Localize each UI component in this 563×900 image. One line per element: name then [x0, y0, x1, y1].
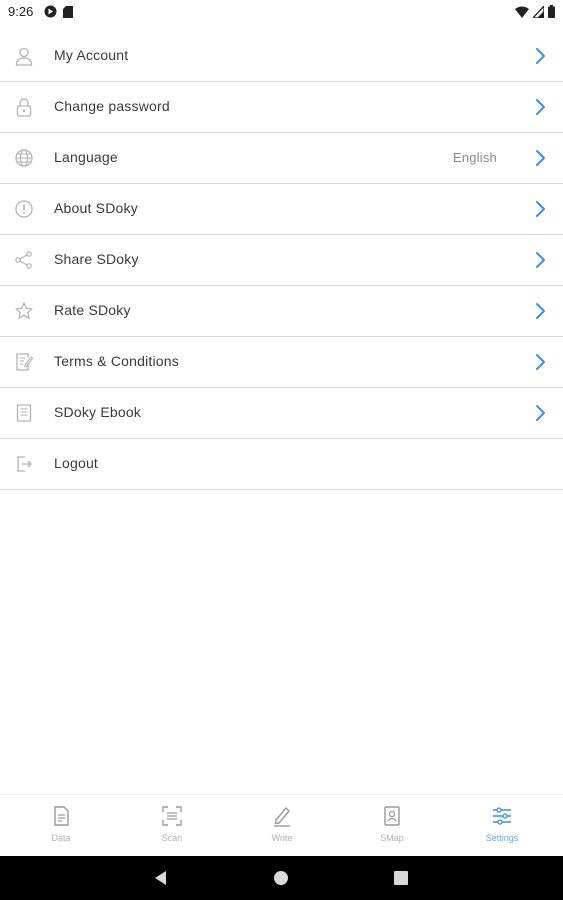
tab-scan[interactable]: Scan	[132, 805, 212, 855]
google-play-icon	[44, 5, 57, 23]
chevron-right-icon	[533, 149, 547, 167]
sd-card-icon	[63, 5, 73, 23]
settings-item-ebook[interactable]: SDoky Ebook	[0, 388, 563, 439]
tab-write-label: Write	[271, 833, 293, 843]
chevron-right-icon	[533, 404, 547, 422]
tab-data[interactable]: Data	[21, 805, 101, 855]
settings-item-label: Logout	[54, 455, 99, 471]
globe-icon	[14, 148, 34, 168]
back-icon[interactable]	[153, 870, 169, 886]
home-icon[interactable]	[273, 870, 289, 886]
tab-settings-label: Settings	[485, 833, 519, 843]
android-nav-bar	[0, 856, 563, 900]
signal-icon	[531, 4, 545, 23]
smap-icon	[384, 806, 400, 826]
settings-list: My Account Change password Language Engl…	[0, 31, 563, 490]
settings-item-rate[interactable]: Rate SDoky	[0, 286, 563, 337]
tab-smap[interactable]: SMap	[352, 805, 432, 855]
chevron-right-icon	[533, 47, 547, 65]
settings-item-label: SDoky Ebook	[54, 404, 142, 420]
chevron-right-icon	[533, 302, 547, 320]
recents-icon[interactable]	[393, 870, 409, 886]
settings-item-label: About SDoky	[54, 200, 138, 216]
scan-icon	[162, 806, 182, 826]
chevron-right-icon	[533, 251, 547, 269]
settings-item-label: Change password	[54, 98, 170, 114]
settings-icon	[493, 807, 511, 825]
tab-write[interactable]: Write	[242, 805, 322, 855]
settings-item-share[interactable]: Share SDoky	[0, 235, 563, 286]
chevron-right-icon	[533, 353, 547, 371]
chevron-right-icon	[533, 200, 547, 218]
settings-item-about[interactable]: About SDoky	[0, 184, 563, 235]
settings-item-label: My Account	[54, 47, 129, 63]
status-bar: 9:26	[0, 0, 563, 24]
star-icon	[14, 301, 34, 321]
language-value: English	[452, 150, 497, 165]
settings-item-label: Rate SDoky	[54, 302, 131, 318]
tab-settings[interactable]: Settings	[462, 805, 542, 855]
status-time: 9:26	[8, 4, 34, 19]
data-icon	[54, 806, 69, 826]
share-icon	[14, 250, 34, 270]
bottom-nav: Data Scan Write SMap Settings	[0, 794, 563, 857]
write-icon	[274, 807, 290, 827]
settings-item-label: Language	[54, 149, 118, 165]
info-icon	[14, 199, 34, 219]
settings-item-label: Terms & Conditions	[54, 353, 179, 369]
settings-item-my-account[interactable]: My Account	[0, 31, 563, 82]
settings-item-label: Share SDoky	[54, 251, 139, 267]
lock-icon	[14, 97, 34, 117]
tab-smap-label: SMap	[380, 833, 404, 843]
settings-item-language[interactable]: Language English	[0, 133, 563, 184]
chevron-right-icon	[533, 98, 547, 116]
battery-icon	[548, 5, 555, 23]
tab-scan-label: Scan	[161, 833, 183, 843]
ebook-icon	[14, 403, 34, 423]
settings-item-logout[interactable]: Logout	[0, 439, 563, 490]
logout-icon	[14, 454, 34, 474]
terms-icon	[14, 352, 34, 372]
settings-item-change-password[interactable]: Change password	[0, 82, 563, 133]
wifi-icon	[515, 5, 529, 23]
user-icon	[14, 46, 34, 66]
tab-data-label: Data	[51, 833, 71, 843]
settings-item-terms[interactable]: Terms & Conditions	[0, 337, 563, 388]
